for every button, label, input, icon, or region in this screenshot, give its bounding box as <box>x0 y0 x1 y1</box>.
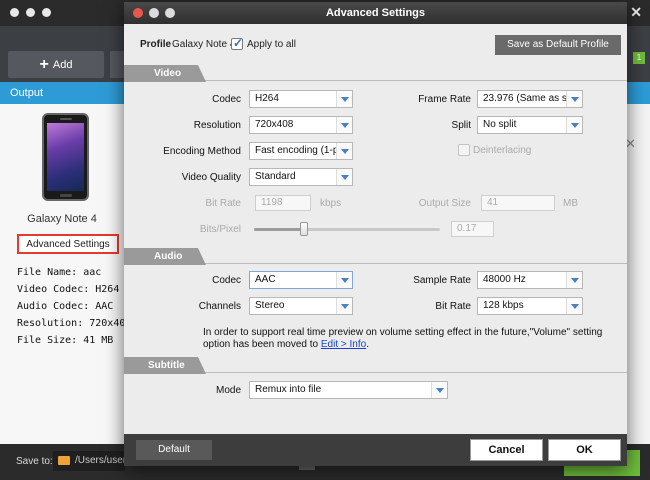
window-zoom-dot[interactable] <box>42 8 51 17</box>
minimize-dot[interactable] <box>149 8 159 18</box>
app-close-icon[interactable]: ✕ <box>630 4 642 21</box>
deinterlacing-checkbox[interactable] <box>458 144 470 156</box>
frame-rate-select[interactable]: 23.976 (Same as sou <box>477 90 583 108</box>
file-list-strip <box>627 104 650 444</box>
zoom-dot[interactable] <box>165 8 175 18</box>
dialog-titlebar: Advanced Settings <box>124 2 627 24</box>
advanced-settings-button[interactable]: Advanced Settings <box>17 234 119 254</box>
volume-note: In order to support real time preview on… <box>203 327 603 351</box>
chevron-down-icon <box>566 117 582 133</box>
volume-note-text: In order to support real time preview on… <box>203 327 603 350</box>
count-badge: 1 <box>633 52 645 64</box>
speaker-grille <box>60 118 72 120</box>
save-default-profile-button[interactable]: Save as Default Profile <box>495 35 621 55</box>
video-codec-select[interactable]: H264 <box>249 90 353 108</box>
split-label: Split <box>451 120 471 131</box>
frame-rate-label: Frame Rate <box>418 94 471 105</box>
bits-pixel-slider-fill <box>254 228 305 231</box>
save-path-field[interactable]: /Users/user/L <box>53 451 134 471</box>
apply-to-all-checkbox[interactable] <box>231 36 243 50</box>
cancel-button[interactable]: Cancel <box>470 439 543 461</box>
profile-label: Profile <box>140 39 172 50</box>
add-button-label: Add <box>52 58 73 71</box>
output-size-label: Output Size <box>418 198 471 209</box>
window-minimize-dot[interactable] <box>26 8 35 17</box>
device-screen <box>47 123 84 191</box>
edit-info-link[interactable]: Edit > Info <box>321 339 366 350</box>
chevron-down-icon <box>566 91 582 107</box>
subtitle-mode-label: Mode <box>215 385 241 396</box>
output-size-field[interactable]: 41 <box>481 195 555 211</box>
folder-icon <box>58 456 70 465</box>
device-thumbnail <box>42 113 89 201</box>
sample-rate-select[interactable]: 48000 Hz <box>477 271 583 289</box>
bits-pixel-label: Bits/Pixel <box>199 224 241 235</box>
file-info: File Name: aac Video Codec: H264 Audio C… <box>17 264 131 349</box>
bit-rate-unit: kbps <box>320 198 342 209</box>
resolution-select[interactable]: 720x408 <box>249 116 353 134</box>
add-button[interactable]: + Add <box>8 51 104 78</box>
bits-pixel-slider-handle[interactable] <box>300 222 309 236</box>
audio-section-header: Audio <box>124 248 206 265</box>
advanced-settings-dialog: Advanced Settings Profile Galaxy Note 4 … <box>124 2 627 466</box>
save-to-label: Save to: <box>16 456 53 467</box>
subtitle-mode-value: Remux into file <box>255 384 322 395</box>
resolution-label: Resolution <box>193 120 241 131</box>
default-button[interactable]: Default <box>136 440 212 460</box>
home-button <box>60 194 72 197</box>
chevron-down-icon <box>336 272 352 288</box>
audio-codec-label: Codec <box>212 275 241 286</box>
video-quality-label: Video Quality <box>181 172 241 183</box>
close-dot[interactable] <box>133 8 143 18</box>
chevron-down-icon <box>566 272 582 288</box>
plus-icon: + <box>39 55 49 73</box>
split-select[interactable]: No split <box>477 116 583 134</box>
encoding-method-label: Encoding Method <box>163 146 241 157</box>
chevron-down-icon <box>336 143 352 159</box>
sample-rate-label: Sample Rate <box>413 275 471 286</box>
apply-to-all-label: Apply to all <box>247 39 296 50</box>
video-codec-label: Codec <box>212 94 241 105</box>
chevron-down-icon <box>336 169 352 185</box>
audio-codec-info: Audio Codec: AAC <box>17 301 114 312</box>
output-header-right <box>627 82 650 104</box>
bit-rate-label: Bit Rate <box>205 198 241 209</box>
bit-rate-field[interactable]: 1198 <box>255 195 311 211</box>
dialog-title: Advanced Settings <box>325 7 426 19</box>
channels-select[interactable]: Stereo <box>249 297 353 315</box>
device-name: Galaxy Note 4 <box>27 213 97 225</box>
audio-codec-select[interactable]: AAC <box>249 271 353 289</box>
chevron-down-icon <box>336 91 352 107</box>
channels-label: Channels <box>198 301 241 312</box>
profile-value: Galaxy Note 4 <box>172 39 236 50</box>
deinterlacing-label: Deinterlacing <box>473 145 532 156</box>
resolution-info: Resolution: 720x408 <box>17 318 132 329</box>
output-size-unit: MB <box>563 198 578 209</box>
output-header: Output <box>0 82 124 104</box>
video-codec-info: Video Codec: H264 <box>17 284 120 295</box>
audio-bit-rate-select[interactable]: 128 kbps <box>477 297 583 315</box>
subtitle-section-header: Subtitle <box>124 357 206 374</box>
video-quality-select[interactable]: Standard <box>249 168 353 186</box>
bits-pixel-slider[interactable] <box>254 228 440 231</box>
chevron-down-icon <box>431 382 447 398</box>
file-name: File Name: aac <box>17 267 102 278</box>
advanced-settings-label: Advanced Settings <box>26 238 110 250</box>
file-size-info: File Size: 41 MB <box>17 335 114 346</box>
bits-pixel-field[interactable]: 0.17 <box>451 221 494 237</box>
chevron-down-icon <box>566 298 582 314</box>
chevron-down-icon <box>336 298 352 314</box>
encoding-method-select[interactable]: Fast encoding (1-pas <box>249 142 353 160</box>
video-section-header: Video <box>124 65 206 82</box>
audio-bit-rate-label: Bit Rate <box>435 301 471 312</box>
ok-button[interactable]: OK <box>548 439 621 461</box>
volume-note-end: . <box>366 339 369 350</box>
subtitle-mode-select[interactable]: Remux into file <box>249 381 448 399</box>
window-close-dot[interactable] <box>10 8 19 17</box>
chevron-down-icon <box>336 117 352 133</box>
